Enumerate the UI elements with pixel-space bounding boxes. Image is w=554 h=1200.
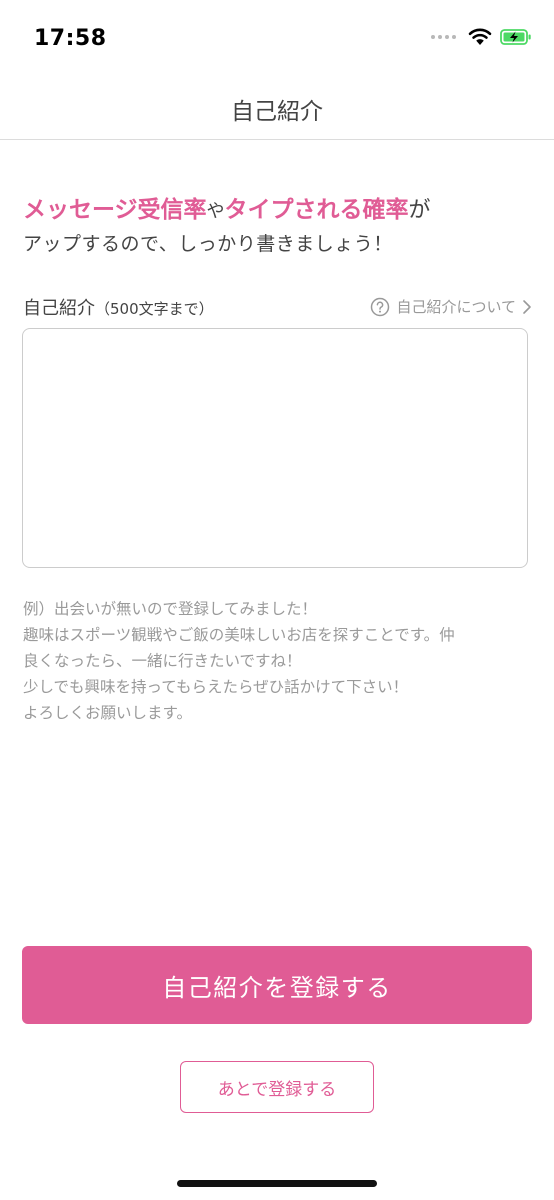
profile-intro-screen: 17:58 自己紹介 メッセージ受信率やタイプされる確率が アップするので、しっ… <box>0 0 554 1200</box>
headline-subtext: アップするので、しっかり書きましょう！ <box>23 233 393 255</box>
example-line: よろしくお願いします。 <box>23 704 192 722</box>
status-time: 17:58 <box>34 26 107 51</box>
about-bio-link[interactable]: 自己紹介について <box>370 296 532 317</box>
signal-dots-icon <box>431 35 456 39</box>
headline-highlight-2: タイプされる確率 <box>224 197 409 223</box>
bio-field-label: 自己紹介（500文字まで） <box>23 294 214 320</box>
example-line: 趣味はスポーツ観戦やご飯の美味しいお店を探すことです。仲 <box>23 626 455 644</box>
example-line: 良くなったら、一緒に行きたいですね！ <box>23 652 302 670</box>
headline-connector-1: や <box>206 201 225 222</box>
question-circle-icon <box>371 297 390 316</box>
home-indicator <box>177 1180 377 1187</box>
register-later-button[interactable]: あとで登録する <box>180 1061 374 1113</box>
bio-char-limit: （500文字まで） <box>95 300 214 318</box>
status-icons <box>431 28 532 46</box>
about-bio-link-label: 自己紹介について <box>396 298 516 316</box>
chevron-right-icon <box>523 299 531 314</box>
status-bar: 17:58 <box>0 0 554 80</box>
bio-label-text: 自己紹介 <box>23 298 95 319</box>
example-line: 少しでも興味を持ってもらえたらぜひ話かけて下さい！ <box>23 678 409 696</box>
headline: メッセージ受信率やタイプされる確率が <box>23 190 431 224</box>
bio-textarea[interactable] <box>22 328 528 568</box>
battery-charging-icon <box>500 29 531 45</box>
page-title: 自己紹介 <box>231 99 323 125</box>
example-text: 例）出会いが無いので登録してみました！ 趣味はスポーツ観戦やご飯の美味しいお店を… <box>23 596 533 726</box>
navigation-bar: 自己紹介 <box>0 80 554 140</box>
example-line: 例）出会いが無いので登録してみました！ <box>23 600 318 618</box>
headline-connector-2: が <box>408 198 431 223</box>
register-bio-button[interactable]: 自己紹介を登録する <box>22 946 532 1024</box>
headline-highlight-1: メッセージ受信率 <box>23 197 207 223</box>
wifi-icon <box>468 28 492 45</box>
